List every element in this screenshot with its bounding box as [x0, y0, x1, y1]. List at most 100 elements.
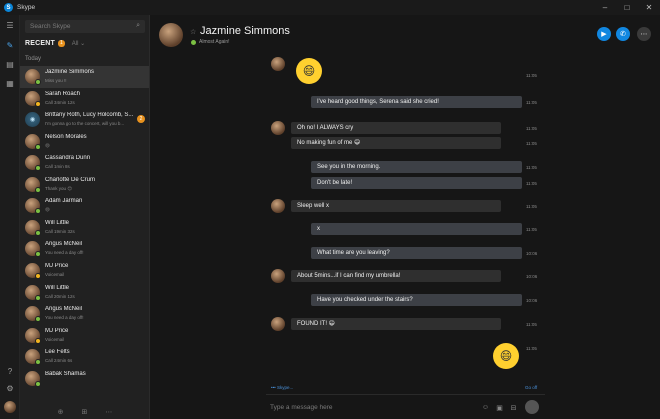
more-options-button[interactable]: ⋯ [637, 27, 651, 41]
voice-call-button[interactable]: ✆ [616, 27, 630, 41]
chat-pane: ☆ Jazmine Simmons Almost Again! ▶ ✆ ⋯ 😄 1… [151, 15, 660, 419]
contact-item-preview: I'm gonna go to the concert, will you b.… [45, 121, 125, 127]
typing-indicator: ••• Skype... [271, 385, 294, 390]
more-icon[interactable]: ⋯ [105, 408, 112, 416]
compose-icon[interactable]: ✎ [4, 39, 16, 51]
presence-status-icon [35, 251, 41, 258]
contact-list-item[interactable]: ◉ Brittany Roth, Lucy Holcomb, S... I'm go… [20, 109, 149, 131]
recent-header[interactable]: RECENT 1 All ⌄ [25, 40, 85, 47]
message-sender-avatar[interactable] [271, 269, 285, 283]
send-button[interactable] [525, 400, 539, 414]
contact-list-item[interactable]: Lee Felts Call 24min 6s [20, 346, 149, 368]
incoming-message-bubble[interactable]: FOUND IT! 😄 [291, 318, 501, 330]
search-box[interactable]: ⌕ [25, 20, 145, 33]
settings-icon[interactable]: ⚙ [4, 382, 16, 394]
message-sender-avatar[interactable] [271, 199, 285, 213]
message-input[interactable] [270, 401, 470, 413]
presence-status-icon [35, 79, 41, 85]
message-timestamp: 10:06 [526, 251, 538, 256]
contact-item-preview: Voicemail [45, 271, 65, 277]
today-label: Today [25, 56, 42, 62]
contact-item-name: Babak Shamas [45, 370, 86, 377]
profile-avatar[interactable] [4, 401, 16, 413]
attach-icon[interactable]: ⊟ [509, 403, 518, 412]
message-timestamp: 11:05 [526, 346, 537, 351]
incoming-message-bubble[interactable]: No making fun of me 😄 [291, 137, 501, 149]
contact-item-name: MJ Price [45, 327, 69, 334]
contact-mood: Almost Again! [191, 39, 230, 45]
message-timestamp: 11:05 [526, 165, 537, 170]
favorite-icon[interactable]: ☆ [190, 28, 196, 36]
contact-item-preview: Call 24min 6s [45, 358, 73, 364]
message-sender-avatar[interactable] [271, 57, 285, 71]
menu-icon[interactable]: ☰ [4, 19, 16, 31]
incoming-message-bubble[interactable]: About 5mins...if I can find my umbrella! [291, 270, 501, 282]
message-timestamp: 11:05 [526, 100, 537, 105]
contacts-icon[interactable]: ▤ [4, 58, 16, 70]
go-off-link[interactable]: Go off [525, 385, 537, 390]
compose-divider [266, 394, 545, 395]
maximize-button[interactable]: □ [616, 0, 638, 15]
contact-list-item[interactable]: Sarah Roach Call 34min 12s [20, 88, 149, 110]
grid-icon[interactable]: ⊞ [82, 408, 88, 416]
online-status-icon [191, 39, 196, 45]
presence-status-icon [35, 229, 41, 236]
contact-list-item[interactable]: Charlotte De Crum Thank you 😊 [20, 174, 149, 196]
incoming-message-bubble[interactable]: Sleep well x [291, 200, 501, 212]
contact-item-preview: Thank you 😊 [45, 185, 72, 191]
presence-status-icon [35, 316, 41, 323]
contact-list-item[interactable]: Will Little Call 19min 32s [20, 217, 149, 239]
outgoing-message-bubble[interactable]: What time are you leaving? [311, 247, 522, 259]
message-sender-avatar[interactable] [271, 317, 285, 331]
contact-list-item[interactable]: Jazmine Simmons Miss you !! [20, 66, 149, 88]
skype-logo-icon: S [4, 3, 13, 12]
emoji-message[interactable]: 😄 [296, 58, 322, 84]
contact-item-name: Charlotte De Crum [45, 176, 96, 183]
contact-list-item[interactable]: MJ Price Voicemail [20, 325, 149, 347]
contact-list-item[interactable]: Cassandra Dunn Call 1min 8s [20, 152, 149, 174]
emoji-icon[interactable]: ☺ [481, 403, 490, 412]
outgoing-message-bubble[interactable]: I've heard good things, Serena said she … [311, 96, 522, 108]
outgoing-message-bubble[interactable]: Don't be late! [311, 177, 522, 189]
contact-name: Jazmine Simmons [200, 25, 290, 37]
presence-status-icon [35, 165, 41, 172]
chat-header: ☆ Jazmine Simmons Almost Again! ▶ ✆ ⋯ [151, 15, 660, 55]
presence-status-icon [35, 208, 41, 215]
outgoing-message-bubble[interactable]: See you in the morning. [311, 161, 522, 173]
contact-item-preview: Call 1min 8s [45, 164, 70, 170]
add-icon[interactable]: ⊕ [58, 408, 64, 416]
presence-status-icon [35, 294, 41, 301]
emoji-message[interactable]: 😄 [493, 343, 519, 369]
video-call-button[interactable]: ▶ [597, 27, 611, 41]
close-button[interactable]: ✕ [638, 0, 660, 15]
message-sender-avatar[interactable] [271, 121, 285, 135]
contact-item-name: Will Little [45, 284, 70, 291]
left-rail: ☰ ✎ ▤ ▦ ? ⚙ [0, 15, 20, 419]
incoming-message-bubble[interactable]: Oh no! I ALWAYS cry [291, 122, 501, 134]
search-input[interactable] [30, 23, 130, 30]
sidebar-footer: ⊕ ⊞ ⋯ [20, 404, 150, 419]
minimize-button[interactable]: – [594, 0, 616, 15]
contact-item-name: Adam Jarman [45, 198, 83, 205]
contact-list-item[interactable]: Angus McNeil You need a day off! [20, 238, 149, 260]
recent-badge: 1 [57, 40, 65, 47]
recent-label: RECENT [25, 40, 55, 47]
contact-list-item[interactable]: Adam Jarman 😄 [20, 195, 149, 217]
contact-list-item[interactable]: Angus McNeil You need a day off! [20, 303, 149, 325]
presence-status-icon [35, 380, 41, 387]
message-timestamp: 11:05 [526, 126, 537, 131]
search-icon[interactable]: ⌕ [136, 22, 140, 30]
recent-filter[interactable]: All ⌄ [72, 40, 85, 47]
outgoing-message-bubble[interactable]: Have you checked under the stairs? [311, 294, 522, 306]
contact-list-item[interactable]: Will Little Call 20min 12s [20, 282, 149, 304]
contact-item-name: Cassandra Dunn [45, 155, 91, 162]
dialpad-icon[interactable]: ▦ [4, 77, 16, 89]
contact-list-item[interactable]: Nelson Morales 😄 [20, 131, 149, 153]
outgoing-message-bubble[interactable]: x [311, 223, 522, 235]
contact-list-item[interactable]: MJ Price Voicemail [20, 260, 149, 282]
mood-text: Almost Again! [199, 39, 230, 45]
media-icon[interactable]: ▣ [495, 403, 504, 412]
help-icon[interactable]: ? [4, 365, 16, 377]
contact-avatar[interactable] [159, 23, 183, 47]
contact-list-item[interactable]: Babak Shamas [20, 368, 149, 390]
